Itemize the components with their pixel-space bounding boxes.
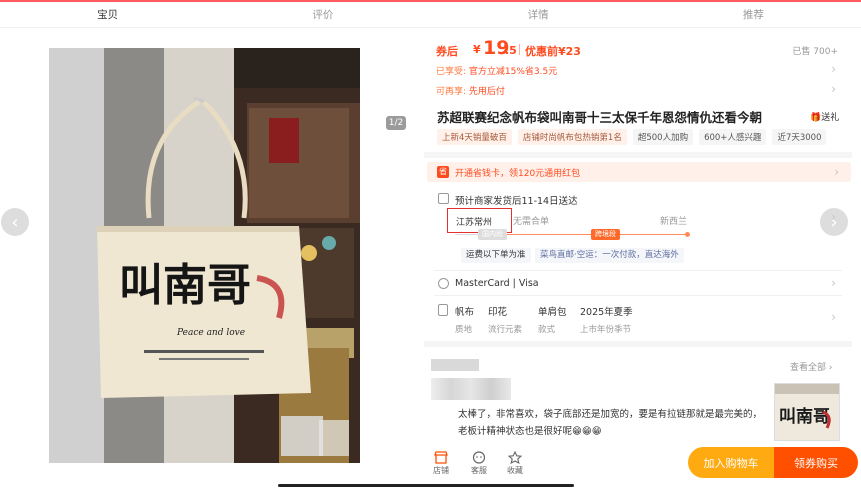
favorite-label: 收藏 [507, 466, 523, 475]
divider [434, 295, 842, 296]
attribute-key: 质地 [455, 325, 473, 335]
gift-label: 送礼 [821, 113, 840, 123]
gallery-prev-button[interactable]: ‹ [1, 208, 29, 236]
vip-text: 开通省钱卡，领120元通用红包 [455, 169, 581, 179]
attribute-value: 单肩包 [538, 307, 567, 318]
attribute-value: 印花 [488, 307, 508, 318]
attribute-key: 款式 [538, 325, 556, 335]
promo-text: 先用后付 [468, 87, 505, 97]
reviewer-avatar-blurred [431, 378, 511, 400]
merge-order-text: 无需合单 [513, 217, 550, 227]
clipboard-icon [438, 304, 448, 316]
bag-print-text: 叫南哥 [119, 260, 251, 311]
route-dot [685, 232, 690, 237]
chevron-right-icon: › [834, 165, 839, 179]
chevron-right-icon: › [831, 62, 836, 76]
price-decimal: .5 [505, 44, 517, 57]
currency-symbol: ¥ [473, 43, 481, 56]
product-title: 苏超联赛纪念帆布袋叫南哥十三太保千年恩怨情仇还看今朝 [437, 110, 763, 125]
attribute-value: 2025年夏季 [580, 307, 633, 318]
attribute-key: 上市年份季节 [580, 325, 632, 335]
domestic-segment-tag: 国内段 [478, 229, 507, 240]
shield-icon [438, 278, 449, 289]
promo-row-paylater[interactable]: 可再享: 先用后付 › [424, 82, 852, 98]
price-separator [519, 44, 520, 55]
product-tag: 店铺时尚帆布包热销第1名 [517, 129, 627, 145]
save-card-icon: 省 [437, 166, 449, 178]
tab-item[interactable]: 宝贝 [0, 2, 215, 27]
see-all-label: 查看全部 [790, 363, 827, 373]
chevron-right-icon: › [831, 276, 836, 290]
promo-text: 官方立减15%省3.5元 [468, 67, 558, 77]
reviewer-name-blurred [431, 359, 479, 371]
gift-button[interactable]: 🎁送礼 [810, 110, 839, 123]
price-row: 券后 ¥ 19 .5 优惠前¥23 已售 700+ [424, 37, 852, 60]
chevron-right-icon: › [831, 210, 836, 224]
product-page: 宝贝 评价 详情 推荐 叫南哥 Peace and love 1/2 ‹ › 券… [0, 0, 861, 489]
shop-button[interactable]: 店铺 [433, 449, 449, 476]
after-coupon-label: 券后 [436, 45, 458, 58]
tab-recommend[interactable]: 推荐 [646, 2, 861, 27]
chat-face-icon [472, 449, 486, 464]
tab-details[interactable]: 详情 [431, 2, 646, 27]
chevron-right-icon: › [831, 82, 836, 96]
promo-discount: 已享受: 官方立减15%省3.5元 [436, 64, 557, 77]
product-tag: 上新4天销量破百 [437, 129, 512, 145]
shipping-text: 预计商家发货后11-14日送达 [455, 196, 578, 207]
section-divider [424, 152, 852, 158]
see-all-reviews-link[interactable]: 查看全部 › [790, 360, 832, 373]
gift-icon: 🎁 [810, 113, 822, 123]
bag-subtitle: Peace and love [176, 328, 245, 338]
product-tag: 超500人加购 [632, 129, 694, 145]
review-text: 太棒了，非常喜欢，袋子底部还是加宽的，要是有拉链那就是最完美的，老板计精神状态也… [458, 409, 763, 437]
attribute: 印花 流行元素 [488, 304, 522, 335]
divider [434, 270, 842, 271]
cainiao-tag: 菜鸟直邮·空运：一次付款，直达海外 [535, 248, 684, 263]
review-photo: 叫南哥 [775, 384, 839, 440]
service-button[interactable]: 客服 [471, 449, 487, 476]
attribute: 2025年夏季 上市年份季节 [580, 304, 633, 335]
add-to-cart-button[interactable]: 加入购物车 [688, 447, 774, 478]
destination-country: 新西兰 [660, 217, 688, 227]
buy-with-coupon-button[interactable]: 领券购买 [774, 447, 858, 478]
star-icon [507, 449, 523, 465]
section-divider [424, 341, 852, 347]
store-icon [434, 449, 448, 464]
tab-bar: 宝贝 评价 详情 推荐 [0, 2, 861, 28]
truck-icon [438, 193, 449, 204]
attribute-key: 流行元素 [488, 325, 523, 335]
origin-city-label: 江苏常州 [456, 218, 493, 228]
favorite-button[interactable]: 收藏 [507, 449, 523, 476]
tab-reviews[interactable]: 评价 [215, 2, 430, 27]
promo-key: 可再享: [436, 87, 467, 97]
attribute-value: 帆布 [455, 307, 475, 318]
vip-card-banner[interactable]: 省 开通省钱卡，领120元通用红包 › [427, 162, 851, 182]
chevron-left-icon: ‹ [11, 211, 19, 233]
shop-label: 店铺 [433, 466, 449, 475]
sold-count: 已售 700+ [792, 47, 838, 57]
product-image[interactable]: 叫南哥 Peace and love [49, 48, 360, 463]
promo-key: 已享受: [436, 67, 467, 77]
product-tag: 近7天3000 [772, 129, 827, 145]
original-price: 优惠前¥23 [525, 45, 581, 58]
home-indicator [278, 484, 574, 487]
review-thumbnail[interactable]: 叫南哥 [774, 383, 840, 441]
payment-methods: MasterCard | Visa [455, 278, 539, 289]
attribute: 单肩包 款式 [538, 304, 567, 335]
service-label: 客服 [471, 466, 487, 475]
shipping-fee-tag: 运费以下单为准 [461, 248, 531, 263]
product-tags: 上新4天销量破百 店铺时尚帆布包热销第1名 超500人加购 600+人感兴趣 近… [437, 129, 837, 145]
promo-row-discount[interactable]: 已享受: 官方立减15%省3.5元 › [424, 62, 852, 78]
attribute: 帆布 质地 [455, 304, 474, 335]
gallery-pager: 1/2 [386, 116, 406, 130]
promo-paylater: 可再享: 先用后付 [436, 84, 505, 97]
product-tag: 600+人感兴趣 [699, 129, 767, 145]
product-photo: 叫南哥 Peace and love [49, 48, 360, 463]
review-thumb-text: 叫南哥 [779, 406, 830, 427]
crossborder-segment-tag: 跨境段 [591, 229, 620, 240]
chevron-right-icon: › [831, 310, 836, 324]
